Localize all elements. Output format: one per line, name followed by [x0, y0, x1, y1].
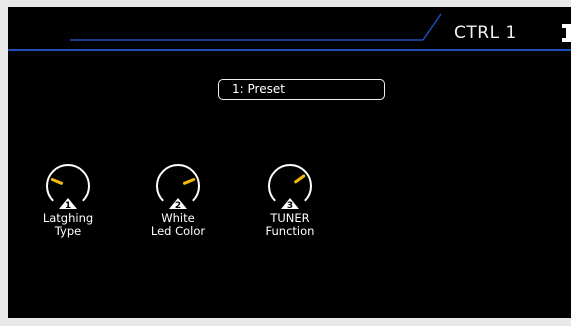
knob-dial-icon: 2	[156, 164, 200, 210]
knob-indicator	[50, 177, 64, 185]
knob-number: 1	[65, 201, 71, 210]
knob-latching-type[interactable]: 1 Latghing Type	[33, 162, 103, 238]
knob-indicator	[182, 177, 196, 185]
knob-white-led-color[interactable]: 2 White Led Color	[143, 162, 213, 238]
page-title: CTRL 1	[454, 23, 517, 43]
page-marker-icon	[562, 24, 571, 42]
knob-label: TUNER Function	[255, 212, 325, 238]
knob-dial-icon: 1	[46, 164, 90, 210]
knob-dial-icon: 3	[268, 164, 312, 210]
knob-label-line2: Led Color	[150, 224, 206, 238]
screen-frame-bottom	[0, 318, 571, 326]
knob-number: 3	[287, 201, 293, 210]
knob-number: 2	[175, 201, 181, 210]
preset-selector[interactable]: 1: Preset	[218, 79, 385, 100]
knob-ring	[156, 164, 200, 202]
knob-ring	[268, 164, 312, 202]
knob-indicator	[294, 174, 306, 184]
knob-ring	[46, 164, 90, 202]
knob-label-line2: Function	[265, 224, 315, 238]
knob-tuner-function[interactable]: 3 TUNER Function	[255, 162, 325, 238]
knob-label: Latghing Type	[33, 212, 103, 238]
knob-label: White Led Color	[143, 212, 213, 238]
device-screen: CTRL 1 1: Preset 1 Latghing Type 2 White…	[0, 0, 571, 326]
knob-label-line2: Type	[54, 224, 82, 238]
header-divider-slash	[422, 13, 442, 41]
preset-label: 1: Preset	[232, 82, 285, 96]
